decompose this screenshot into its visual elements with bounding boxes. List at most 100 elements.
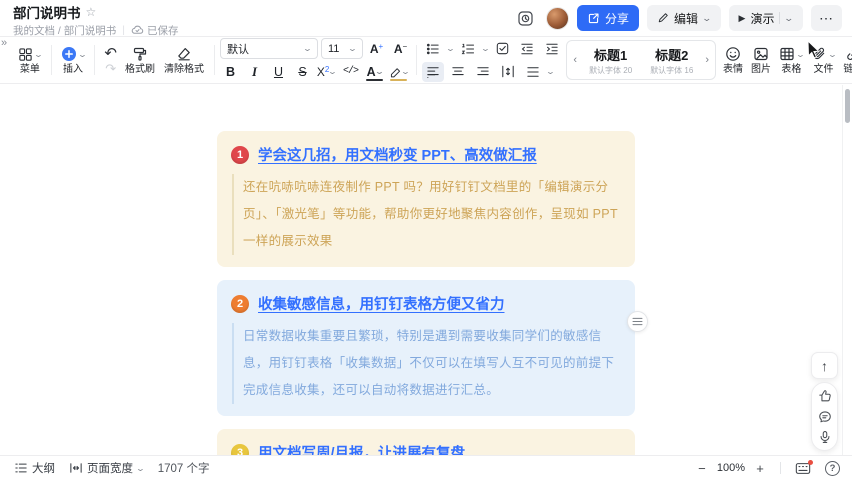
present-button-label: 演示	[750, 11, 775, 26]
heading1-style[interactable]: 标题1 默认字体 20	[581, 43, 640, 78]
plus-circle-icon	[61, 46, 77, 62]
reaction-toolbar	[811, 382, 838, 451]
favorite-star-icon[interactable]: ☆	[86, 6, 97, 18]
block-body[interactable]: 还在吭哧吭哧连夜制作 PPT 吗？用好钉钉文档里的「编辑演示分页」、「激光笔」等…	[232, 174, 619, 255]
present-button[interactable]: ▶ 演示 ⌄	[728, 5, 803, 31]
paragraph-spacing-button[interactable]	[522, 62, 544, 82]
format-painter-button[interactable]: 格式刷	[121, 44, 159, 76]
underline-button[interactable]: U	[268, 62, 289, 82]
scrollbar-thumb[interactable]	[845, 89, 850, 123]
zoom-out-button[interactable]: −	[696, 461, 708, 476]
table-button[interactable]: ⌄ 表格	[775, 44, 808, 76]
notification-dot	[808, 459, 813, 465]
chevron-down-icon: ⌄	[795, 49, 806, 59]
superscript-button[interactable]: X 2 ⌄	[316, 62, 338, 82]
dingtalk-doc-editor: 部门说明书 ☆ 我的文档 / 部门说明书 | 已保存 分享 编辑 ⌄ ▶ 演示 …	[0, 0, 852, 480]
topbar: 部门说明书 ☆ 我的文档 / 部门说明书 | 已保存 分享 编辑 ⌄ ▶ 演示 …	[0, 0, 852, 37]
decrease-font-button[interactable]: A −	[390, 39, 411, 59]
italic-button[interactable]: I	[244, 62, 265, 82]
like-button[interactable]	[817, 388, 833, 404]
block-title-link[interactable]: 用文档写周/月报，让进展有复盘	[258, 442, 465, 455]
voice-read-button[interactable]	[817, 429, 833, 445]
link-icon	[845, 46, 852, 62]
block-quick-actions-handle[interactable]	[627, 311, 648, 332]
pencil-icon	[657, 12, 669, 24]
back-to-top-button[interactable]: ↑	[811, 352, 838, 379]
edit-mode-button[interactable]: 编辑 ⌄	[646, 5, 721, 31]
checklist-button[interactable]	[491, 39, 513, 59]
block-number-badge: 3	[231, 443, 249, 455]
chevron-down-icon: ⌄	[827, 49, 838, 59]
share-button[interactable]: 分享	[576, 5, 639, 31]
align-left-button[interactable]	[421, 61, 444, 82]
redo-icon[interactable]: ↷	[105, 61, 116, 76]
strikethrough-button[interactable]: S	[292, 62, 313, 82]
image-icon	[753, 46, 769, 62]
numbered-list-button[interactable]	[457, 39, 479, 59]
align-center-button[interactable]	[447, 62, 469, 82]
font-family-select[interactable]: 默认 ⌄	[219, 38, 318, 59]
increase-font-button[interactable]: A +	[366, 39, 387, 59]
highlight-button[interactable]: ⌄	[388, 62, 410, 82]
more-menu-button[interactable]: ⋯	[811, 5, 842, 31]
undo-icon[interactable]: ↶	[104, 45, 117, 62]
menu-button[interactable]: ⌄ 菜单	[14, 44, 46, 76]
outdent-button[interactable]	[516, 39, 538, 59]
outline-toggle[interactable]: 大纲	[14, 460, 55, 476]
table-icon	[779, 46, 795, 62]
paint-roller-icon	[132, 46, 148, 62]
chevron-down-icon[interactable]: ⌄	[784, 13, 795, 24]
bold-button[interactable]: B	[220, 62, 241, 82]
block-body[interactable]: 日常数据收集重要且繁琐，特别是遇到需要收集同学们的敏感信息，用钉钉表格「收集数据…	[232, 323, 619, 404]
comment-button[interactable]	[817, 409, 833, 425]
page-width-label: 页面宽度	[87, 463, 133, 475]
chevron-down-icon: ⌄	[480, 44, 491, 53]
zoom-in-button[interactable]: +	[754, 461, 766, 476]
block-number-badge: 2	[231, 294, 249, 313]
help-button[interactable]: ?	[825, 460, 840, 476]
topbar-right: 分享 编辑 ⌄ ▶ 演示 ⌄ ⋯	[514, 5, 842, 31]
zoom-controls: − 100% +	[696, 461, 766, 476]
callout-block-1[interactable]: 1 学会这几招，用文档秒变 PPT、高效做汇报 还在吭哧吭哧连夜制作 PPT 吗…	[217, 131, 635, 267]
block-title-link[interactable]: 学会这几招，用文档秒变 PPT、高效做汇报	[258, 144, 537, 165]
heading2-style[interactable]: 标题2 默认字体 16	[642, 43, 701, 78]
font-size-select[interactable]: 11 ⌄	[320, 38, 363, 59]
indent-button[interactable]	[541, 39, 563, 59]
avatar[interactable]	[545, 6, 569, 30]
insert-button[interactable]: ⌄ 插入	[57, 44, 90, 76]
table-button-label: 表格	[781, 64, 802, 76]
font-color-button[interactable]: A ⌄	[364, 62, 385, 82]
statusbar-divider	[780, 462, 781, 474]
align-right-button[interactable]	[472, 62, 494, 82]
file-button-label: 文件	[813, 64, 834, 76]
arrow-up-icon: ↑	[821, 357, 828, 374]
callout-block-3[interactable]: 3 用文档写周/月报，让进展有复盘 在钉钉文档整理周/月报，记录工作和项目关键进…	[217, 429, 635, 455]
chevron-left-icon[interactable]: ‹	[571, 54, 579, 66]
chevron-down-icon: ⌄	[135, 463, 146, 473]
scrollbar-track	[842, 85, 843, 455]
breadcrumb-divider: |	[122, 24, 125, 36]
sidebar-expand-icon[interactable]: »	[1, 37, 7, 49]
callout-block-2[interactable]: 2 收集敏感信息，用钉钉表格方便又省力 日常数据收集重要且繁琐，特别是遇到需要收…	[217, 280, 635, 416]
heading-style-picker: ‹ 标题1 默认字体 20 标题2 默认字体 16 ›	[566, 40, 716, 80]
toolbar-divider	[50, 45, 52, 75]
page-column: 1 学会这几招，用文档秒变 PPT、高效做汇报 还在吭哧吭哧连夜制作 PPT 吗…	[217, 131, 635, 455]
clear-format-button[interactable]: 清除格式	[159, 44, 209, 76]
chevron-right-icon[interactable]: ›	[703, 54, 711, 66]
chevron-down-icon: ⌄	[445, 44, 456, 53]
history-icon[interactable]	[514, 6, 538, 30]
link-button[interactable]: 链接	[839, 44, 852, 76]
page-width-select[interactable]: 页面宽度 ⌄	[69, 460, 146, 476]
image-button[interactable]: 图片	[747, 44, 775, 76]
outline-icon	[14, 462, 28, 474]
inline-code-button[interactable]: </>	[340, 62, 361, 82]
emoji-button[interactable]: 表情	[719, 44, 747, 76]
line-height-button[interactable]	[497, 62, 519, 82]
shortcuts-button[interactable]	[795, 459, 813, 475]
bullet-list-button[interactable]	[422, 39, 444, 59]
block-title-link[interactable]: 收集敏感信息，用钉钉表格方便又省力	[258, 293, 505, 314]
document-canvas[interactable]: 1 学会这几招，用文档秒变 PPT、高效做汇报 还在吭哧吭哧连夜制作 PPT 吗…	[0, 85, 852, 455]
chevron-down-icon: ⌄	[33, 49, 44, 59]
eraser-icon	[176, 46, 192, 62]
clear-format-label: 清除格式	[163, 64, 204, 76]
